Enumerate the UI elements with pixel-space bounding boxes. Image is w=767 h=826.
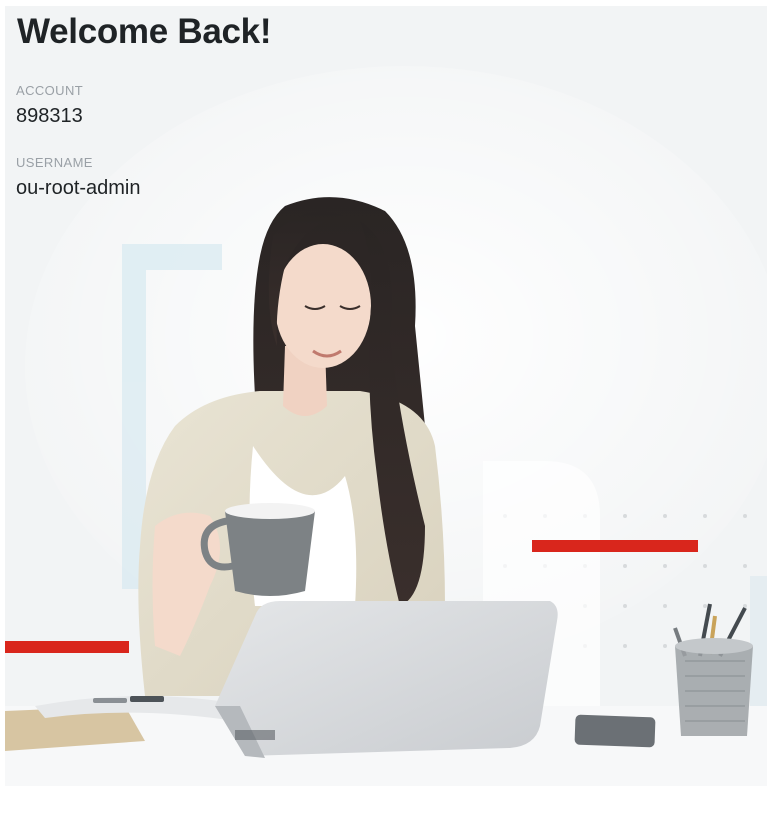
phone-illustration xyxy=(574,714,656,748)
account-value: 898313 xyxy=(16,105,83,127)
username-value: ou-root-admin xyxy=(16,177,141,199)
page-title: Welcome Back! xyxy=(17,12,272,51)
laptop-illustration xyxy=(215,601,558,758)
account-label: ACCOUNT xyxy=(16,83,84,98)
bottom-margin xyxy=(0,786,767,826)
red-accent-line-right xyxy=(532,540,698,552)
welcome-panel: Welcome Back! ACCOUNT 898313 USERNAME ou… xyxy=(5,6,767,786)
pencil-holder-illustration xyxy=(673,603,753,736)
welcome-screen: Welcome Back! ACCOUNT 898313 USERNAME ou… xyxy=(0,0,767,826)
hero-illustration xyxy=(5,66,767,786)
red-accent-line-left xyxy=(5,641,129,653)
username-label: USERNAME xyxy=(16,155,93,170)
